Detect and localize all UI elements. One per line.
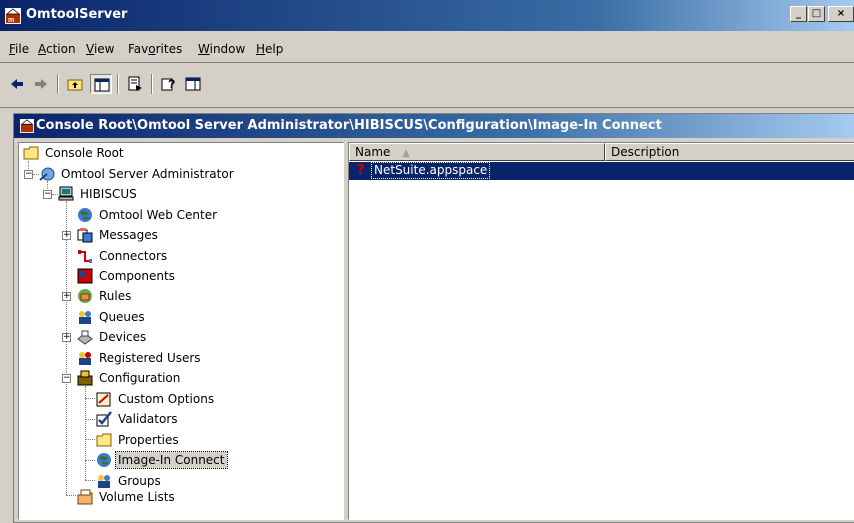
tree-collapse-toggle[interactable]: − bbox=[43, 190, 52, 199]
svg-text:m: m bbox=[8, 17, 14, 24]
volume-lists-icon bbox=[77, 489, 93, 505]
window-title: OmtoolServer bbox=[26, 7, 128, 22]
column-header-name[interactable]: Name ▲ bbox=[349, 143, 605, 161]
checkmark-icon bbox=[96, 411, 112, 427]
globe-icon bbox=[97, 453, 111, 467]
minimize-button[interactable]: _ bbox=[790, 6, 807, 22]
tree-connector bbox=[85, 419, 95, 420]
show-hide-action-pane-button[interactable] bbox=[182, 74, 204, 94]
show-hide-action-pane-icon bbox=[185, 77, 201, 91]
tree-expand-toggle[interactable]: + bbox=[62, 231, 71, 240]
sort-ascending-icon: ▲ bbox=[402, 148, 411, 159]
up-one-level-button[interactable] bbox=[64, 74, 86, 94]
tree-expand-toggle[interactable]: + bbox=[62, 292, 71, 301]
list-item[interactable]: ? NetSuite.appspace bbox=[349, 162, 854, 180]
show-hide-tree-button[interactable] bbox=[90, 74, 112, 94]
tree-connector bbox=[85, 460, 95, 461]
groups-icon bbox=[98, 475, 110, 488]
up-one-level-icon bbox=[67, 79, 83, 91]
export-list-icon bbox=[128, 76, 142, 91]
console-child-title-bar[interactable]: Console Root\Omtool Server Administrator… bbox=[14, 114, 854, 138]
maximize-button[interactable]: □ bbox=[808, 6, 825, 22]
tree-collapse-toggle[interactable]: − bbox=[62, 374, 71, 383]
globe-icon bbox=[78, 208, 92, 222]
messages-icon bbox=[77, 228, 93, 243]
tree-connector bbox=[85, 386, 86, 480]
back-button[interactable] bbox=[6, 74, 28, 94]
menu-bar: File Action View Favorites Window Help bbox=[0, 31, 854, 63]
help-icon: ? bbox=[161, 77, 175, 91]
omtool-app-icon bbox=[20, 119, 34, 133]
console-tree-pane[interactable]: Console Root − Omtool Server Administrat… bbox=[18, 142, 344, 520]
devices-icon bbox=[77, 330, 93, 345]
show-hide-console-tree-icon bbox=[94, 78, 110, 92]
console-path-title: Console Root\Omtool Server Administrator… bbox=[36, 118, 662, 133]
toolbar-separator bbox=[151, 74, 153, 94]
result-list-pane[interactable]: Name ▲ Description ? NetSuite.appspace bbox=[348, 142, 854, 520]
menu-favorites[interactable]: Favorites bbox=[128, 42, 182, 56]
users-icon bbox=[79, 352, 91, 365]
menu-view[interactable]: View bbox=[86, 42, 114, 56]
queues-icon bbox=[79, 311, 91, 324]
connectors-icon bbox=[78, 250, 92, 263]
configuration-icon bbox=[77, 370, 93, 386]
tree-connector bbox=[85, 480, 95, 481]
back-arrow-icon bbox=[11, 79, 23, 89]
column-header-description[interactable]: Description bbox=[605, 143, 854, 161]
menu-help[interactable]: Help bbox=[256, 42, 283, 56]
toolbar-separator bbox=[117, 74, 119, 94]
menu-action[interactable]: Action bbox=[38, 42, 76, 56]
list-item-name: NetSuite.appspace bbox=[370, 162, 491, 179]
close-button[interactable]: × bbox=[828, 6, 854, 22]
export-list-button[interactable] bbox=[124, 74, 146, 94]
forward-button[interactable] bbox=[30, 74, 52, 94]
tree-expand-toggle[interactable]: + bbox=[62, 333, 71, 342]
help-button[interactable]: ? bbox=[158, 74, 180, 94]
tree-connector bbox=[85, 439, 95, 440]
window-title-bar[interactable]: m OmtoolServer _ □ × bbox=[0, 0, 854, 31]
forward-arrow-icon bbox=[35, 79, 47, 89]
omtool-app-icon: m bbox=[5, 8, 21, 24]
tree-connector bbox=[66, 495, 76, 496]
toolbar-separator bbox=[57, 74, 59, 94]
tree-connector bbox=[85, 398, 95, 399]
omtool-admin-icon bbox=[39, 167, 55, 181]
components-icon bbox=[77, 268, 93, 284]
menu-window[interactable]: Window bbox=[198, 42, 245, 56]
rules-icon bbox=[78, 289, 92, 303]
console-child-window: Console Root\Omtool Server Administrator… bbox=[13, 113, 854, 523]
menu-file[interactable]: File bbox=[9, 42, 29, 56]
unknown-question-icon: ? bbox=[357, 163, 365, 178]
custom-options-icon bbox=[96, 392, 111, 407]
folder-icon bbox=[96, 433, 112, 447]
tree-collapse-toggle[interactable]: − bbox=[24, 170, 33, 179]
tree-connector bbox=[66, 201, 67, 495]
toolbar: ? bbox=[0, 64, 854, 108]
svg-text:?: ? bbox=[168, 77, 175, 91]
computer-icon bbox=[58, 186, 74, 201]
folder-icon bbox=[23, 146, 39, 160]
